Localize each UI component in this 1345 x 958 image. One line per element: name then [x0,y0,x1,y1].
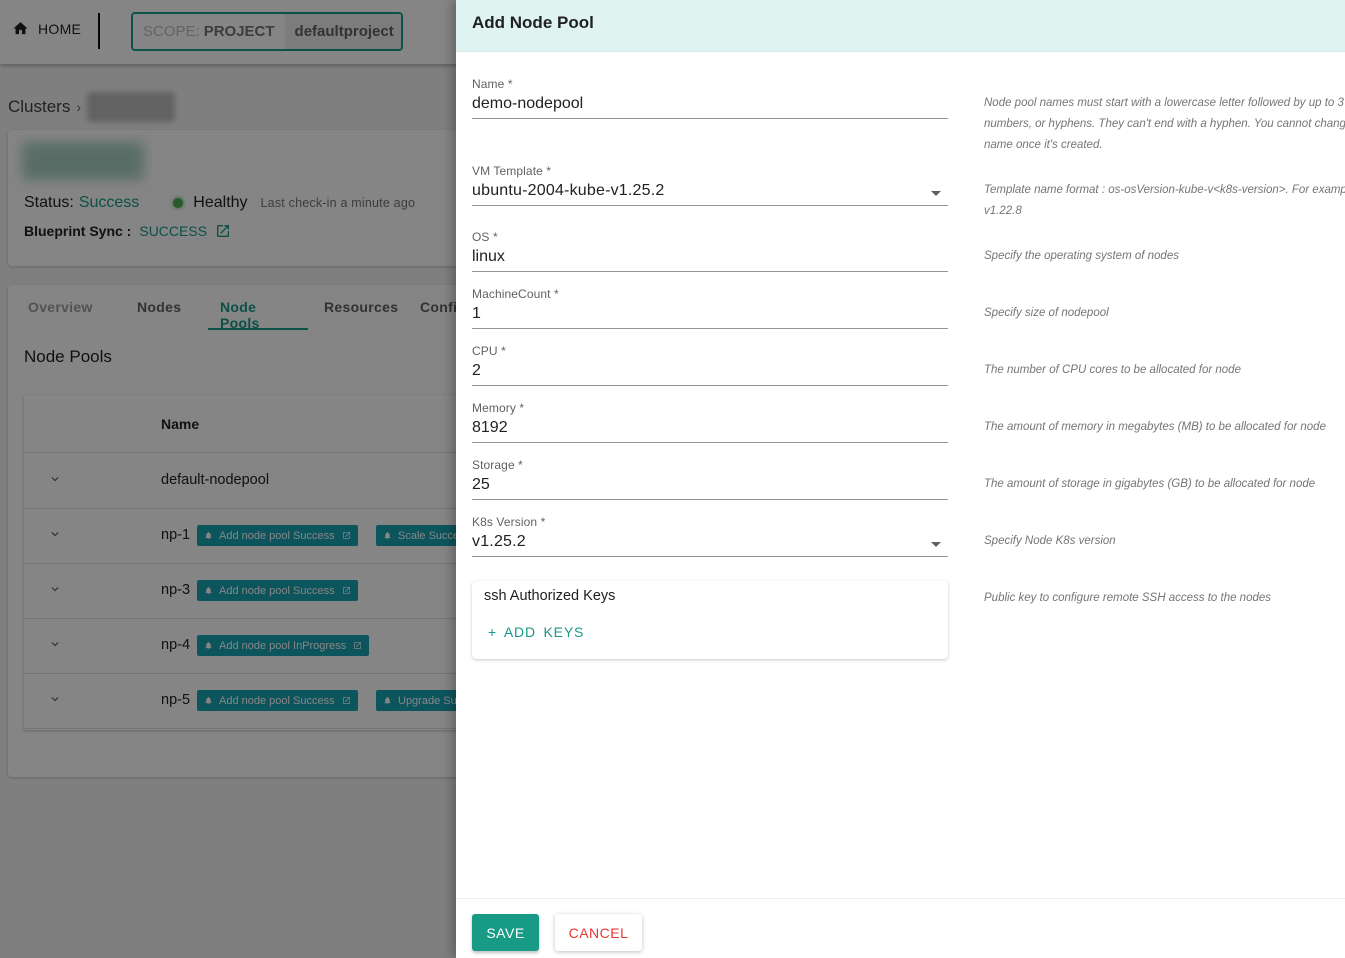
os-hint: Specify the operating system of nodes [984,250,1179,262]
ssh-keys-title: ssh Authorized Keys [484,588,616,604]
k8s-version-label: K8s Version * [472,515,546,529]
vm-template-hint-line: v1.22.8 [984,205,1022,217]
name-hint-line: name once it's created. [984,139,1103,151]
vm-template-field: VM Template * ubuntu-2004-kube-v1.25.2 [472,164,948,206]
cpu-field: CPU * [472,344,948,386]
memory-field: Memory * [472,401,948,443]
name-field: Name * [472,77,948,119]
os-field: OS * [472,230,948,272]
name-label: Name * [472,77,513,91]
cancel-button[interactable]: CANCEL [555,914,642,951]
drawer-title: Add Node Pool [472,13,594,32]
vm-template-select[interactable]: ubuntu-2004-kube-v1.25.2 [472,178,948,206]
cpu-input[interactable] [472,362,948,380]
os-label: OS * [472,230,498,244]
footer-divider [456,898,1345,899]
ssh-keys-card: ssh Authorized Keys + ADD KEYS [472,581,948,659]
ssh-keys-hint: Public key to configure remote SSH acces… [984,592,1272,604]
os-input[interactable] [472,248,948,266]
name-hint-line: numbers, or hyphens. They can't end with… [984,118,1345,130]
name-hint: Node pool names must start with a lowerc… [984,93,1345,156]
machine-count-input[interactable] [472,305,948,323]
vm-template-label: VM Template * [472,164,552,178]
memory-label: Memory * [472,401,525,415]
k8s-version-hint: Specify Node K8s version [984,535,1116,547]
storage-input[interactable] [472,476,948,494]
dropdown-arrow-icon [931,542,941,547]
machine-count-field: MachineCount * [472,287,948,329]
add-keys-button[interactable]: + ADD KEYS [488,624,584,640]
drawer-header: Add Node Pool [456,0,1345,52]
k8s-version-field: K8s Version * v1.25.2 [472,515,948,557]
cpu-label: CPU * [472,344,506,358]
add-node-pool-drawer: Add Node Pool Name * Node pool names mus… [456,0,1345,958]
cpu-hint: The number of CPU cores to be allocated … [984,364,1241,376]
name-input[interactable] [472,95,948,113]
memory-input[interactable] [472,419,948,437]
k8s-version-select[interactable]: v1.25.2 [472,529,948,557]
name-hint-line: Node pool names must start with a lowerc… [984,97,1344,109]
storage-hint: The amount of storage in gigabytes (GB) … [984,478,1316,490]
storage-label: Storage * [472,458,523,472]
k8s-version-value: v1.25.2 [472,533,526,550]
vm-template-value: ubuntu-2004-kube-v1.25.2 [472,182,665,199]
machine-count-label: MachineCount * [472,287,559,301]
dropdown-arrow-icon [931,191,941,196]
vm-template-hint: Template name format : os-osVersion-kube… [984,180,1345,222]
storage-field: Storage * [472,458,948,500]
machine-count-hint: Specify size of nodepool [984,307,1109,319]
vm-template-hint-line: Template name format : os-osVersion-kube… [984,184,1345,196]
memory-hint: The amount of memory in megabytes (MB) t… [984,421,1326,433]
save-button[interactable]: SAVE [472,914,539,951]
